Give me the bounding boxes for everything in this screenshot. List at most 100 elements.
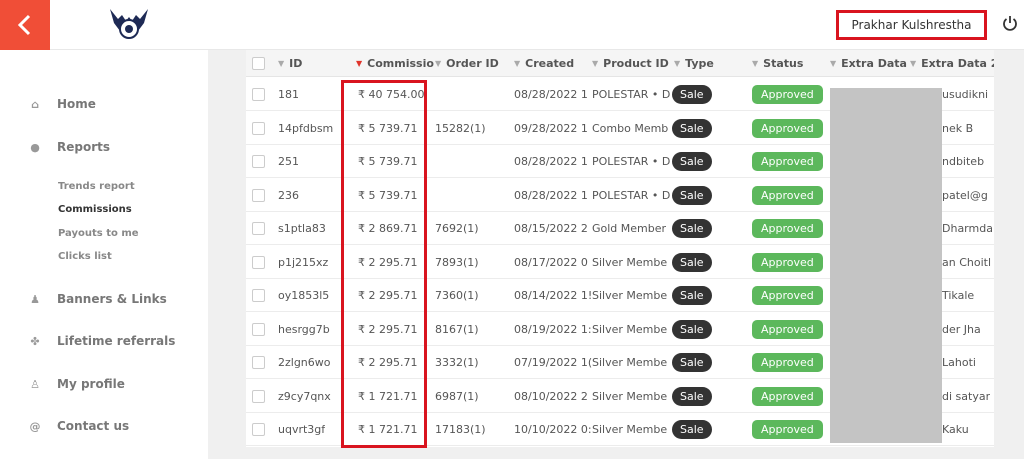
cell-product-id: Silver Membe <box>592 423 668 436</box>
type-badge: Sale <box>672 319 712 339</box>
reports-icon: ● <box>30 140 40 154</box>
sidebar: ⌂ Home ● Reports Trends report Commissio… <box>0 50 208 459</box>
cell-product-id: Gold Member <box>592 222 667 235</box>
home-icon: ⌂ <box>31 97 39 111</box>
row-checkbox[interactable] <box>252 222 265 235</box>
logo <box>110 9 148 39</box>
table-header: ▼ ID ▼ Commissio ▼ Order ID ▼ Created ▼ Produ… <box>246 50 994 77</box>
cell-status: Approved <box>752 78 823 111</box>
cell-extra-data-2: Dharmda <box>942 222 993 235</box>
cell-commission: ₹ 5 739.71 <box>358 121 418 135</box>
status-badge: Approved <box>752 386 823 406</box>
status-badge: Approved <box>752 319 823 339</box>
column-label: Commissio <box>367 57 434 70</box>
power-icon[interactable] <box>1002 14 1018 32</box>
column-header-created[interactable]: ▼ Created <box>514 50 588 77</box>
cell-order-id: 7893(1) <box>435 255 479 269</box>
cell-id: p1j215xz <box>278 255 329 269</box>
sidebar-subitem-commissions[interactable]: Commissions <box>58 204 132 215</box>
column-header-extra-data-2[interactable]: ▼ Extra Data 2 <box>910 50 994 77</box>
row-checkbox[interactable] <box>252 155 265 168</box>
cell-type: Sale <box>672 212 712 245</box>
sidebar-subitem-trends-report[interactable]: Trends report <box>58 181 135 192</box>
select-all-checkbox[interactable] <box>252 57 265 70</box>
row-checkbox[interactable] <box>252 389 265 403</box>
type-badge: Sale <box>672 219 712 238</box>
row-checkbox[interactable] <box>252 423 265 436</box>
column-header-id[interactable]: ▼ ID <box>278 50 344 77</box>
cell-order-id: 7360(1) <box>435 289 479 302</box>
cell-product-id: Silver Membe <box>592 356 668 369</box>
column-header-extra-data[interactable]: ▼ Extra Data <box>830 50 908 77</box>
cell-id: s1ptla83 <box>278 222 326 235</box>
cell-id: 2zlgn6wo <box>278 356 331 369</box>
cell-status: Approved <box>752 380 823 413</box>
sort-icon: ▼ <box>830 59 837 68</box>
cell-created: 10/10/2022 0: <box>514 423 592 436</box>
status-badge: Approved <box>752 219 823 238</box>
row-checkbox[interactable] <box>252 121 265 135</box>
cell-type: Sale <box>672 78 712 111</box>
cell-commission: ₹ 5 739.71 <box>358 188 418 202</box>
cell-product-id: Silver Membe <box>592 389 668 403</box>
cell-order-id: 6987(1) <box>435 389 479 403</box>
sidebar-item-contact-us[interactable]: @ Contact us <box>28 419 130 433</box>
row-checkbox-cell <box>252 313 265 346</box>
column-header-product-id[interactable]: ▼ Product ID <box>592 50 674 77</box>
cell-status: Approved <box>752 313 823 346</box>
back-button[interactable] <box>0 0 50 50</box>
user-name[interactable]: Prakhar Kulshrestha <box>836 10 987 40</box>
cell-created: 08/28/2022 1 <box>514 155 588 168</box>
row-checkbox[interactable] <box>252 255 265 269</box>
row-checkbox-cell <box>252 380 265 413</box>
column-header-type[interactable]: ▼ Type <box>674 50 736 77</box>
column-header-order-id[interactable]: ▼ Order ID <box>435 50 505 77</box>
cell-extra-data-2: nek B <box>942 121 974 135</box>
cell-status: Approved <box>752 413 823 446</box>
row-checkbox-cell <box>252 246 265 279</box>
row-checkbox[interactable] <box>252 188 265 202</box>
sidebar-item-reports[interactable]: ● Reports <box>28 140 110 154</box>
cell-order-id: 15282(1) <box>435 121 486 135</box>
row-checkbox[interactable] <box>252 289 265 302</box>
status-badge: Approved <box>752 85 823 104</box>
cell-extra-data-2: der Jha <box>942 322 981 336</box>
cell-commission: ₹ 40 754.00 <box>358 88 425 101</box>
sidebar-subitem-payouts[interactable]: Payouts to me <box>58 228 139 239</box>
type-badge: Sale <box>672 85 712 104</box>
profile-icon: ♙ <box>30 377 40 391</box>
cell-product-id: Silver Membe <box>592 289 668 302</box>
sidebar-item-home[interactable]: ⌂ Home <box>28 97 96 111</box>
cell-created: 07/19/2022 1( <box>514 356 593 369</box>
cell-order-id: 17183(1) <box>435 423 486 436</box>
column-label: ID <box>289 57 303 70</box>
sidebar-item-my-profile[interactable]: ♙ My profile <box>28 377 125 391</box>
cell-created: 08/28/2022 1 <box>514 188 588 202</box>
cell-type: Sale <box>672 380 712 413</box>
column-header-commission[interactable]: ▼ Commissio <box>356 50 434 77</box>
sidebar-item-lifetime-referrals[interactable]: ✤ Lifetime referrals <box>28 334 175 348</box>
sidebar-subitem-clicks-list[interactable]: Clicks list <box>58 251 112 262</box>
cell-product-id: Combo Memb <box>592 121 669 135</box>
column-header-status[interactable]: ▼ Status <box>752 50 824 77</box>
type-badge: Sale <box>672 286 712 305</box>
cell-id: uqvrt3gf <box>278 423 326 436</box>
cell-type: Sale <box>672 246 712 279</box>
cell-commission: ₹ 2 295.71 <box>358 289 418 302</box>
sidebar-item-banners[interactable]: ♟ Banners & Links <box>28 292 167 306</box>
row-checkbox[interactable] <box>252 88 265 101</box>
sort-icon: ▼ <box>435 59 442 68</box>
cell-product-id: POLESTAR • D <box>592 88 671 101</box>
cell-extra-data-2: ndbiteb <box>942 155 985 168</box>
row-checkbox[interactable] <box>252 356 265 369</box>
cell-type: Sale <box>672 112 712 145</box>
cell-status: Approved <box>752 112 823 145</box>
cell-type: Sale <box>672 145 712 178</box>
cell-created: 08/14/2022 1! <box>514 289 593 302</box>
sort-icon: ▼ <box>514 59 521 68</box>
row-checkbox[interactable] <box>252 322 265 336</box>
sidebar-item-label: Lifetime referrals <box>57 334 176 348</box>
cell-status: Approved <box>752 212 823 245</box>
main-content: ▼ ID ▼ Commissio ▼ Order ID ▼ Created ▼ Produ… <box>208 50 1024 459</box>
status-badge: Approved <box>752 286 823 305</box>
